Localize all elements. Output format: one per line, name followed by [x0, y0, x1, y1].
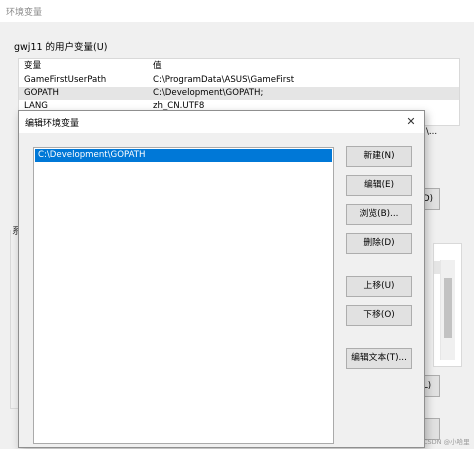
list-item[interactable]: C:\Development\GOPATH	[35, 149, 332, 162]
table-row[interactable]: GOPATH C:\Development\GOPATH;	[19, 87, 459, 100]
list-header: 变量 值	[19, 60, 459, 73]
row-variable-value: C:\Development\GOPATH;	[153, 88, 264, 98]
row-tail-text: \...	[426, 127, 438, 137]
watermark: CSDN @小哈里	[423, 438, 470, 446]
edit-text-button[interactable]: 编辑文本(T)...	[346, 348, 412, 369]
browse-button[interactable]: 浏览(B)...	[346, 204, 412, 225]
row-variable-name: GameFirstUserPath	[24, 75, 107, 85]
path-list[interactable]: C:\Development\GOPATH	[33, 147, 334, 444]
dialog-titlebar: 编辑环境变量 ✕	[19, 111, 424, 133]
move-down-button[interactable]: 下移(O)	[346, 305, 412, 326]
move-up-button[interactable]: 上移(U)	[346, 276, 412, 297]
edit-button[interactable]: 编辑(E)	[346, 175, 412, 196]
row-variable-value: C:\ProgramData\ASUS\GameFirst	[153, 75, 295, 85]
table-row[interactable]: GameFirstUserPath C:\ProgramData\ASUS\Ga…	[19, 74, 459, 87]
close-icon[interactable]: ✕	[401, 112, 421, 132]
row-variable-name: GOPATH	[24, 88, 59, 98]
system-list-scrollbar[interactable]	[440, 260, 455, 360]
group-frame-line	[10, 408, 18, 409]
column-header-variable[interactable]: 变量	[24, 60, 41, 73]
background-window-titlebar: 环境变量	[0, 0, 474, 22]
new-button[interactable]: 新建(N)	[346, 146, 412, 167]
dialog-title: 编辑环境变量	[25, 119, 80, 129]
delete-button[interactable]: 删除(D)	[346, 233, 412, 254]
background-window-title: 环境变量	[6, 8, 43, 18]
scrollbar-thumb[interactable]	[444, 278, 452, 338]
column-header-value[interactable]: 值	[153, 60, 162, 73]
group-frame-line	[10, 230, 11, 408]
user-variables-group-label: gwj11 的用户变量(U)	[14, 42, 108, 53]
edit-environment-variable-dialog: 编辑环境变量 ✕ C:\Development\GOPATH 新建(N) 编辑(…	[18, 110, 425, 448]
